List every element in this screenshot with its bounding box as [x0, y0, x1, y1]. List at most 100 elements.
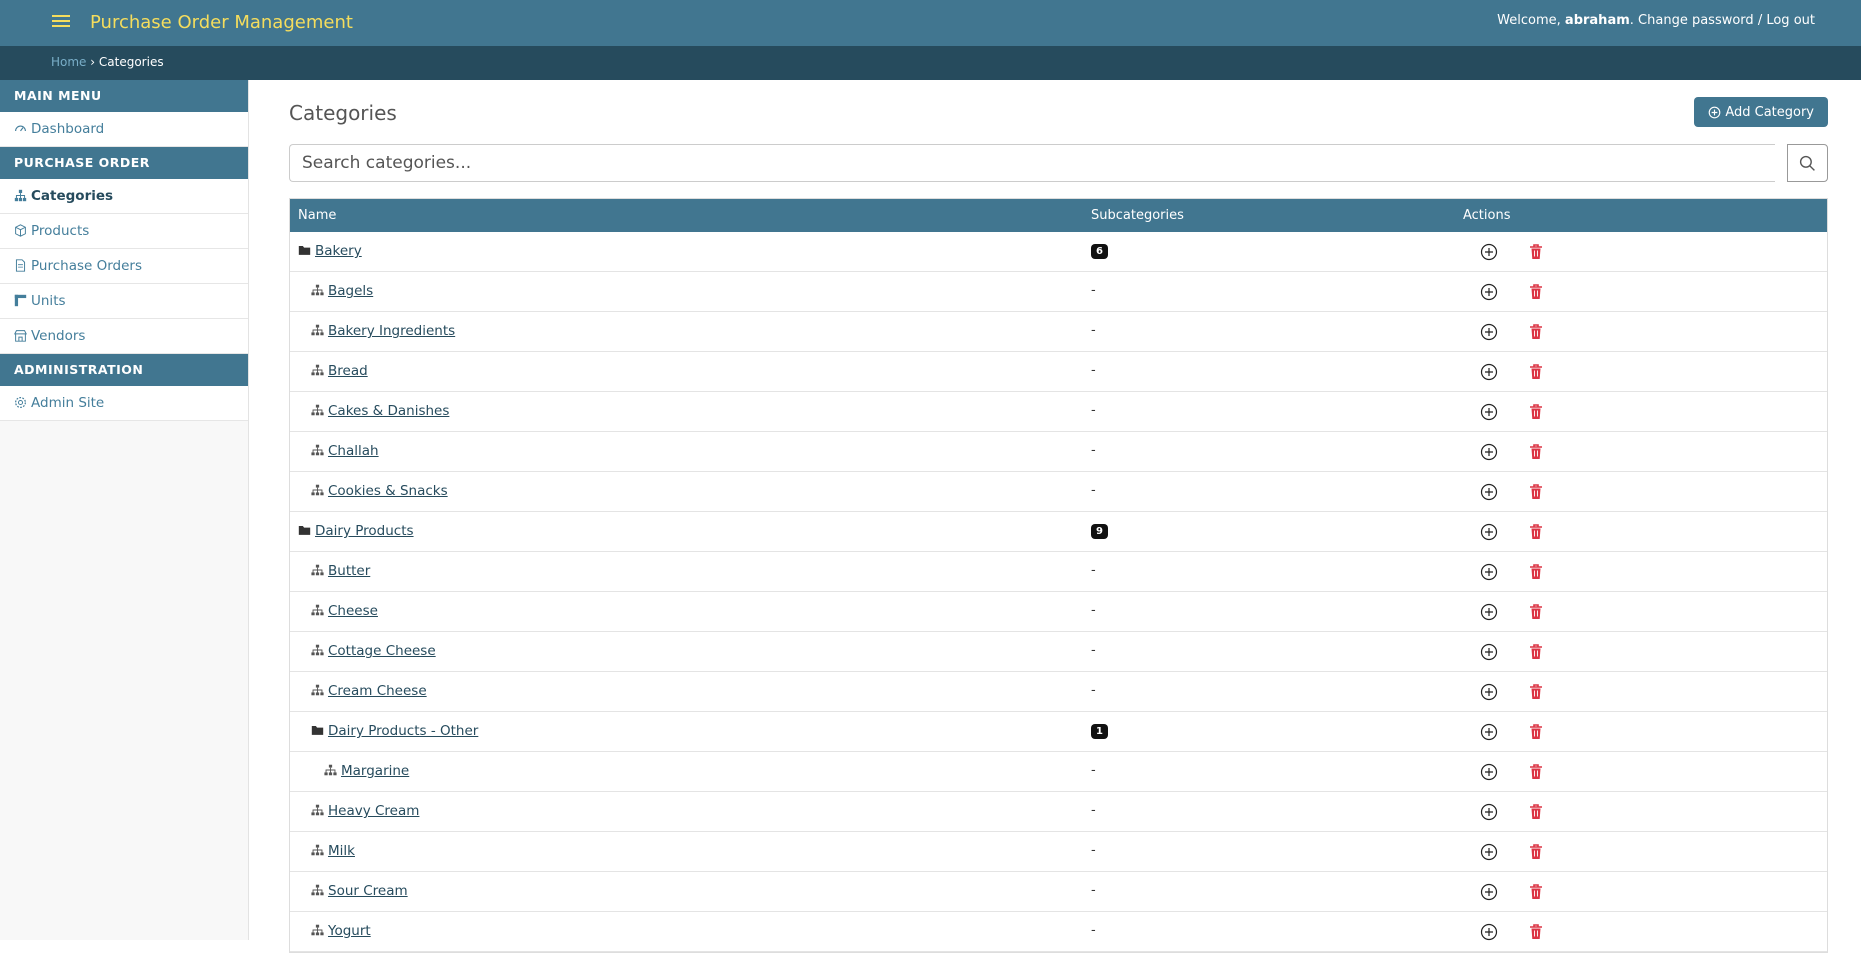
category-link[interactable]: Cottage Cheese	[328, 643, 436, 659]
add-subcategory-icon[interactable]	[1480, 323, 1498, 341]
site-title[interactable]: Purchase Order Management	[90, 12, 353, 33]
add-subcategory-icon[interactable]	[1480, 803, 1498, 821]
delete-trash-icon[interactable]	[1528, 563, 1544, 581]
add-subcategory-icon[interactable]	[1480, 603, 1498, 621]
category-link[interactable]: Bakery	[315, 243, 362, 259]
subcategory-count-badge: 1	[1091, 724, 1108, 739]
subcategory-count: -	[1091, 843, 1096, 858]
delete-trash-icon[interactable]	[1528, 803, 1544, 821]
delete-trash-icon[interactable]	[1528, 683, 1544, 701]
category-link[interactable]: Cream Cheese	[328, 683, 427, 699]
delete-trash-icon[interactable]	[1528, 643, 1544, 661]
category-link[interactable]: Yogurt	[328, 923, 371, 939]
subcategories-cell: 6	[1091, 243, 1108, 259]
category-name-cell: Yogurt	[311, 923, 371, 939]
table-row: Margarine -	[290, 752, 1827, 792]
sidebar-item-admin-site[interactable]: Admin Site	[0, 386, 248, 421]
delete-trash-icon[interactable]	[1528, 283, 1544, 301]
sidebar-item-purchase-orders[interactable]: Purchase Orders	[0, 249, 248, 284]
menu-toggle-icon[interactable]	[52, 12, 70, 30]
add-subcategory-icon[interactable]	[1480, 243, 1498, 261]
delete-trash-icon[interactable]	[1528, 723, 1544, 741]
delete-trash-icon[interactable]	[1528, 523, 1544, 541]
add-subcategory-icon[interactable]	[1480, 843, 1498, 861]
sidebar-item-units[interactable]: Units	[0, 284, 248, 319]
add-subcategory-icon[interactable]	[1480, 643, 1498, 661]
delete-trash-icon[interactable]	[1528, 403, 1544, 421]
subcategory-count: -	[1091, 483, 1096, 498]
subcategory-count: -	[1091, 563, 1096, 578]
table-row: Cream Cheese -	[290, 672, 1827, 712]
category-link[interactable]: Bakery Ingredients	[328, 323, 455, 339]
sidebar-item-categories[interactable]: Categories	[0, 179, 248, 214]
add-subcategory-icon[interactable]	[1480, 403, 1498, 421]
add-subcategory-icon[interactable]	[1480, 563, 1498, 581]
change-password-link[interactable]: Change password	[1638, 13, 1754, 28]
add-subcategory-icon[interactable]	[1480, 683, 1498, 701]
sidebar-item-products[interactable]: Products	[0, 214, 248, 249]
categories-table: Name Subcategories Actions Bakery 6 Bagels…	[289, 198, 1828, 953]
category-link[interactable]: Challah	[328, 443, 379, 459]
subcategories-cell: -	[1091, 483, 1096, 498]
category-name-cell: Milk	[311, 843, 355, 859]
add-subcategory-icon[interactable]	[1480, 923, 1498, 941]
category-link[interactable]: Milk	[328, 843, 355, 859]
delete-trash-icon[interactable]	[1528, 363, 1544, 381]
shop-icon	[14, 330, 27, 342]
delete-trash-icon[interactable]	[1528, 243, 1544, 261]
delete-trash-icon[interactable]	[1528, 323, 1544, 341]
table-body: Bakery 6 Bagels - Bakery Ingredients - Bread - C…	[290, 232, 1827, 952]
sidebar-item-dashboard[interactable]: Dashboard	[0, 112, 248, 147]
subcategories-cell: -	[1091, 603, 1096, 618]
user-tools-separator: /	[1757, 13, 1763, 28]
add-subcategory-icon[interactable]	[1480, 883, 1498, 901]
add-subcategory-icon[interactable]	[1480, 523, 1498, 541]
delete-trash-icon[interactable]	[1528, 443, 1544, 461]
delete-trash-icon[interactable]	[1528, 603, 1544, 621]
welcome-text: Welcome,	[1497, 13, 1561, 28]
category-link[interactable]: Cheese	[328, 603, 378, 619]
category-name-cell: Cream Cheese	[311, 683, 427, 699]
category-name-cell: Bakery Ingredients	[311, 323, 455, 339]
delete-trash-icon[interactable]	[1528, 843, 1544, 861]
breadcrumb: Home › Categories	[0, 46, 1861, 80]
category-name-cell: Dairy Products	[298, 523, 414, 539]
category-name-cell: Bread	[311, 363, 368, 379]
breadcrumb-home-link[interactable]: Home	[51, 55, 86, 69]
folder-icon	[311, 725, 324, 735]
category-link[interactable]: Cookies & Snacks	[328, 483, 448, 499]
delete-trash-icon[interactable]	[1528, 923, 1544, 941]
category-name-cell: Heavy Cream	[311, 803, 419, 819]
delete-trash-icon[interactable]	[1528, 763, 1544, 781]
subcategories-cell: -	[1091, 803, 1096, 818]
subcategory-count: -	[1091, 923, 1096, 938]
add-subcategory-icon[interactable]	[1480, 443, 1498, 461]
add-subcategory-icon[interactable]	[1480, 283, 1498, 301]
add-subcategory-icon[interactable]	[1480, 723, 1498, 741]
category-link[interactable]: Bread	[328, 363, 368, 379]
delete-trash-icon[interactable]	[1528, 483, 1544, 501]
category-link[interactable]: Bagels	[328, 283, 373, 299]
add-category-button[interactable]: Add Category	[1694, 97, 1828, 127]
sidebar-item-vendors[interactable]: Vendors	[0, 319, 248, 354]
category-link[interactable]: Dairy Products	[315, 523, 414, 539]
category-link[interactable]: Cakes & Danishes	[328, 403, 449, 419]
add-subcategory-icon[interactable]	[1480, 483, 1498, 501]
search-button[interactable]	[1787, 144, 1828, 182]
subcategory-count: -	[1091, 803, 1096, 818]
delete-trash-icon[interactable]	[1528, 883, 1544, 901]
category-name-cell: Bakery	[298, 243, 362, 259]
category-link[interactable]: Butter	[328, 563, 370, 579]
sitemap-icon	[311, 684, 324, 696]
category-link[interactable]: Dairy Products - Other	[328, 723, 478, 739]
category-link[interactable]: Margarine	[341, 763, 409, 779]
search-input[interactable]	[289, 144, 1775, 182]
add-subcategory-icon[interactable]	[1480, 763, 1498, 781]
category-link[interactable]: Sour Cream	[328, 883, 408, 899]
folder-icon	[298, 525, 311, 535]
logout-link[interactable]: Log out	[1766, 13, 1815, 28]
sidebar-item-label: Dashboard	[31, 121, 105, 137]
table-row: Heavy Cream -	[290, 792, 1827, 832]
add-subcategory-icon[interactable]	[1480, 363, 1498, 381]
category-link[interactable]: Heavy Cream	[328, 803, 419, 819]
